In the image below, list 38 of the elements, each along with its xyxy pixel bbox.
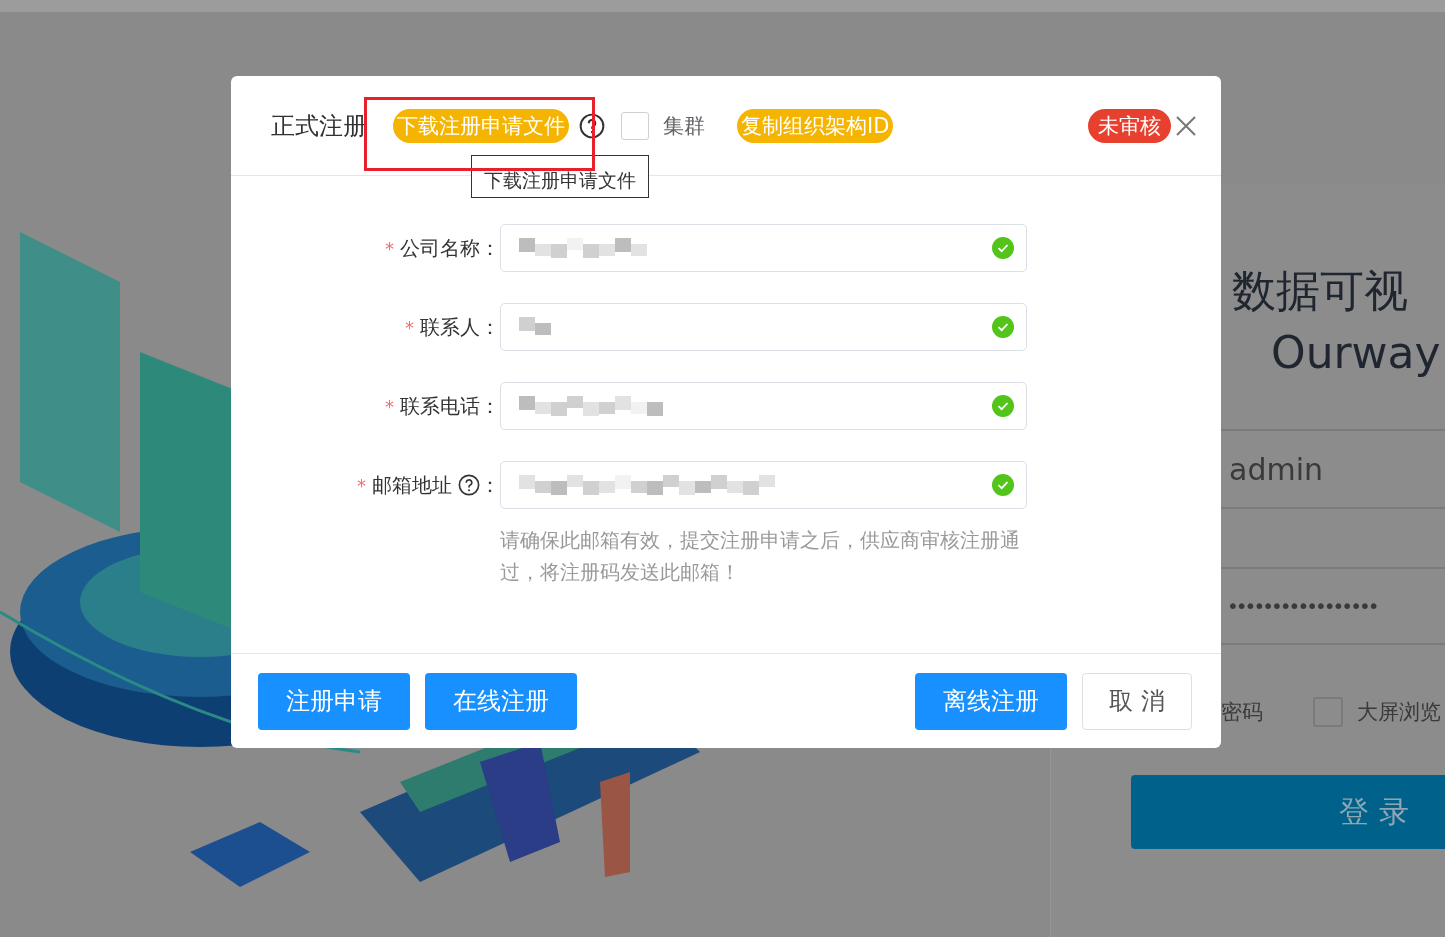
status-badge: 未审核 [1088,108,1171,143]
primary-button[interactable]: 离线注册 [915,672,1068,730]
tooltip: 下载注册申请文件 [471,155,649,198]
required-asterisk: * [357,474,366,496]
text-input[interactable] [500,382,1027,430]
bigscreen-label: 大屏浏览 [1357,699,1441,726]
required-asterisk: * [385,395,394,417]
field-label: 公司名称 [400,234,480,262]
help-icon[interactable] [579,112,605,139]
text-input[interactable] [500,461,1027,509]
username-field[interactable]: admin [1221,451,1323,487]
password-field[interactable]: ••••••••••••••••• [1221,594,1377,618]
text-input[interactable] [500,303,1027,351]
field-label: 邮箱地址 [372,471,452,499]
login-title: 数据可视 [1231,264,1409,317]
required-asterisk: * [385,237,394,259]
download-badge[interactable]: 下载注册申请文件 [393,108,569,143]
login-subtitle: Ourway [1270,326,1442,379]
cancel-button[interactable]: 取 消 [1082,672,1192,730]
label-colon: ： [480,392,500,420]
primary-button[interactable]: 注册申请 [258,672,410,730]
label-colon: ： [480,313,500,341]
help-icon[interactable] [458,474,480,496]
remember-label: 密码 [1221,699,1263,726]
copy-id-badge[interactable]: 复制组织架构ID [737,108,894,143]
field-label: 联系人 [420,313,480,341]
label-colon: ： [480,234,500,262]
primary-button[interactable]: 在线注册 [425,672,577,730]
label-colon: ： [480,471,500,499]
text-input[interactable] [500,224,1027,272]
close-icon[interactable] [1175,114,1197,137]
field-label: 联系电话 [400,392,480,420]
login-button[interactable]: 登 录 [1131,775,1445,849]
dialog-title: 正式注册 [271,110,367,142]
cluster-checkbox[interactable] [621,111,649,140]
email-hint: 请确保此邮箱有效，提交注册申请之后，供应商审核注册通过，将注册码发送此邮箱！ [500,527,1021,586]
cluster-label: 集群 [663,112,705,140]
required-asterisk: * [405,316,414,338]
